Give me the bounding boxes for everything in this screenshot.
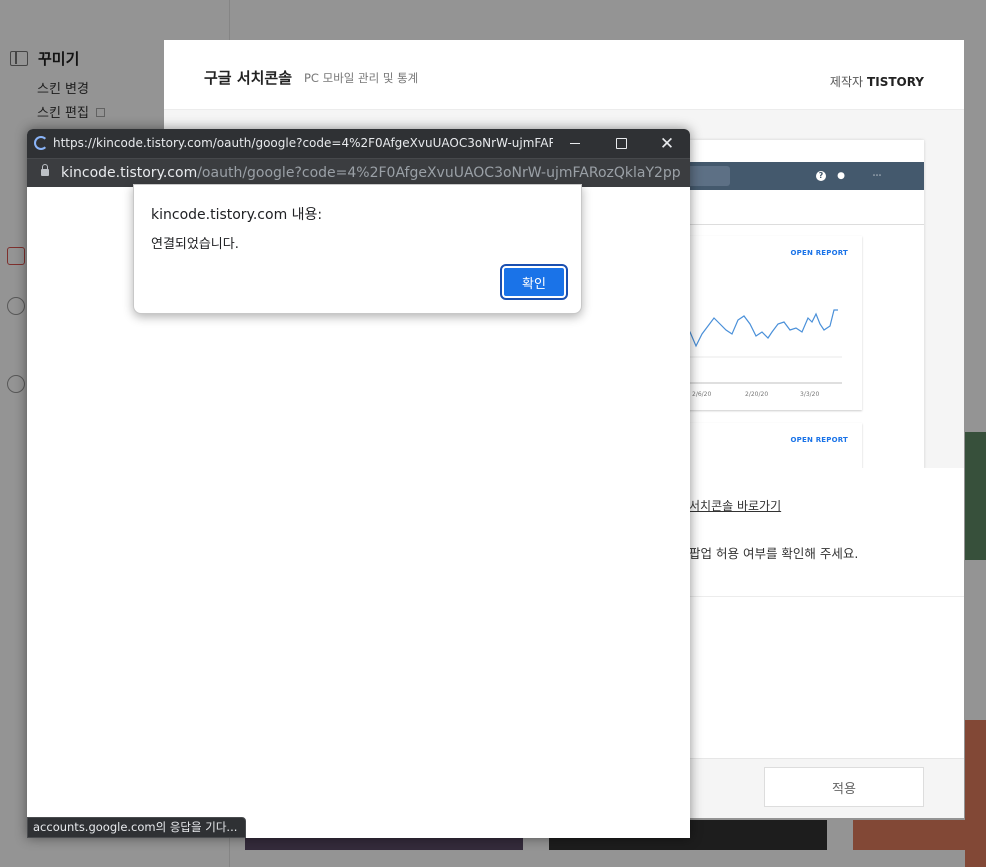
status-bubble: accounts.google.com의 응답을 기다... (27, 817, 247, 838)
open-report-link: OPEN REPORT (790, 436, 848, 444)
modal-maker: 제작자 TISTORY (830, 73, 924, 90)
gsc-search-box (684, 166, 730, 186)
gsc-report-card: OPEN REPORT (684, 423, 862, 470)
x-tick-label: 2/20/20 (745, 391, 769, 398)
modal-subtitle: PC 모바일 관리 및 통계 (304, 71, 419, 85)
gsc-header-bar: ? ● ⋯ (684, 162, 924, 190)
address-bar[interactable]: kincode.tistory.com/oauth/google?code=4%… (27, 158, 690, 187)
maximize-button[interactable] (598, 129, 644, 158)
popup-title-url: https://kincode.tistory.com/oauth/google… (53, 136, 553, 150)
bell-icon: ● (837, 171, 845, 181)
open-report-link: OPEN REPORT (790, 249, 848, 257)
modal-title: 구글 서치콘솔 (204, 69, 293, 87)
lock-icon[interactable] (41, 164, 49, 176)
alert-message: 연결되었습니다. (151, 237, 239, 252)
loading-spinner-icon (34, 136, 48, 150)
close-button[interactable]: ✕ (644, 129, 690, 158)
x-tick-label: 3/3/20 (800, 391, 820, 398)
help-icon: ? (816, 171, 826, 181)
address-host: kincode.tistory.com (61, 165, 198, 181)
alert-dialog: kincode.tistory.com 내용: 연결되었습니다. 확인 (133, 184, 582, 314)
search-console-preview-image: ? ● ⋯ OPEN REPORT 2/6/20 2/20/20 3/3/20 … (684, 140, 924, 470)
gsc-report-card: OPEN REPORT 2/6/20 2/20/20 3/3/20 (684, 236, 862, 410)
address-path: /oauth/google?code=4%2F0AfgeXvuUAOC3oNrW… (197, 165, 681, 181)
maker-name: TISTORY (867, 75, 924, 89)
apply-button[interactable]: 적용 (764, 767, 924, 807)
alert-title: kincode.tistory.com 내용: (151, 207, 323, 223)
maker-label: 제작자 (829, 75, 864, 89)
address-url[interactable]: kincode.tistory.com/oauth/google?code=4%… (61, 165, 681, 181)
popup-permission-note: 팝업 허용 여부를 확인해 주세요. (689, 546, 859, 561)
gsc-subheader (684, 190, 924, 225)
gsc-line-chart (684, 309, 842, 384)
apps-grid-icon: ⋯ (872, 171, 882, 181)
ok-button[interactable]: 확인 (500, 264, 568, 300)
popup-titlebar[interactable]: https://kincode.tistory.com/oauth/google… (27, 129, 690, 158)
search-console-link[interactable]: 서치콘솔 바로가기 (689, 497, 781, 514)
minimize-button[interactable] (552, 129, 598, 158)
modal-header: 구글 서치콘솔 PC 모바일 관리 및 통계 제작자 TISTORY (164, 40, 964, 110)
x-tick-label: 2/6/20 (692, 391, 712, 398)
